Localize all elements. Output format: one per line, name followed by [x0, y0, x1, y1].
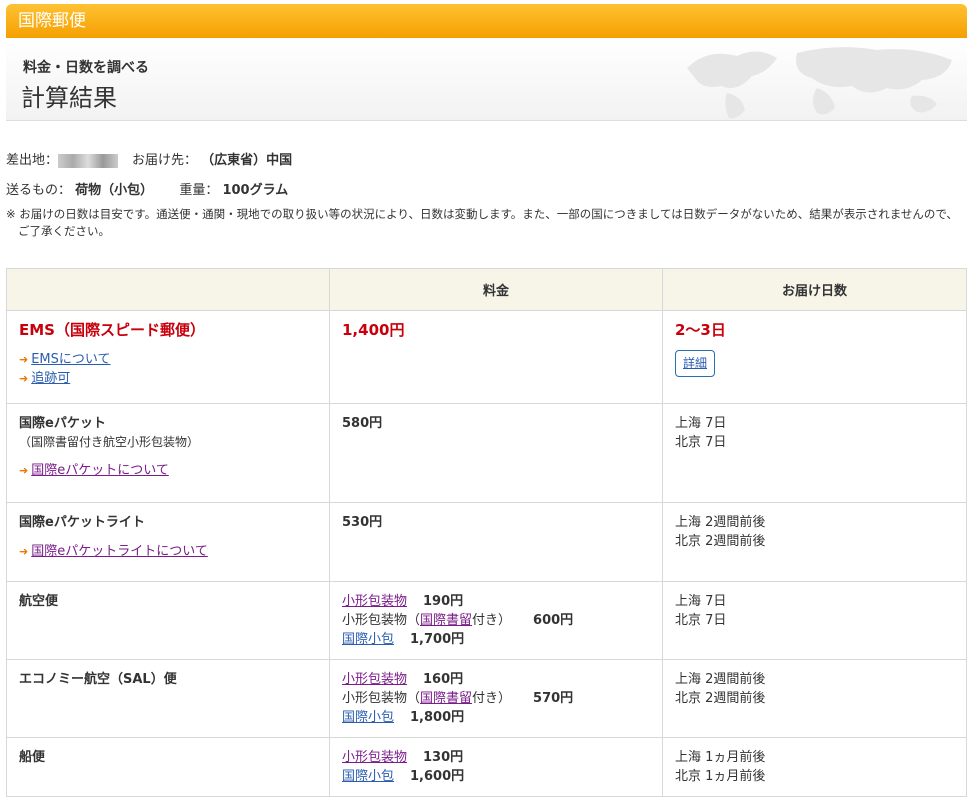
table-row-ship: 船便 小形包装物 130円 国際小包 1,600円 上海 1ヵ月前後 北京 1ヵ月前…	[6, 737, 967, 797]
epacket-about-link[interactable]: 国際eパケットについて	[31, 463, 169, 478]
titlebar-title: 国際郵便	[18, 11, 86, 31]
ship-service-cell: 船便	[6, 737, 330, 797]
arrow-icon: ➜	[19, 545, 29, 558]
arrow-icon: ➜	[19, 353, 29, 366]
air-registered-post: 付き）	[472, 613, 512, 628]
header-subtitle: 料金・日数を調べる	[23, 60, 149, 76]
ship-parcel-link[interactable]: 国際小包	[342, 769, 394, 784]
epacket-desc: （国際書留付き航空小形包装物）	[19, 435, 200, 449]
table-row-sal: エコノミー航空（SAL）便 小形包装物 160円 小形包装物（国際書留付き） 570…	[6, 659, 967, 738]
ship-small-packet-price: 130円	[423, 750, 464, 765]
epacket-lite-about-link[interactable]: 国際eパケットライトについて	[31, 544, 208, 559]
dest-value: （広東省）中国	[201, 153, 293, 168]
ship-parcel-price: 1,600円	[410, 769, 465, 784]
header-days: お届け日数	[662, 268, 967, 311]
sal-registered-post: 付き）	[472, 691, 512, 706]
ship-price-cell: 小形包装物 130円 国際小包 1,600円	[329, 737, 663, 797]
sal-days-beijing: 北京 2週間前後	[675, 691, 766, 706]
air-service-cell: 航空便	[6, 581, 330, 660]
item-weight-row: 送るもの： 荷物（小包） 重量： 100グラム	[6, 179, 288, 198]
sal-name: エコノミー航空（SAL）便	[19, 672, 177, 687]
epacket-days-shanghai: 上海 7日	[675, 416, 727, 431]
ship-days-cell: 上海 1ヵ月前後 北京 1ヵ月前後	[662, 737, 967, 797]
titlebar: 国際郵便	[6, 4, 967, 38]
ship-name: 船便	[19, 750, 46, 765]
air-days-beijing: 北京 7日	[675, 613, 727, 628]
epacket-price-cell: 580円	[329, 403, 663, 503]
epacket-lite-price-cell: 530円	[329, 502, 663, 582]
ems-service-cell: EMS（国際スピード郵便） ➜ EMSについて ➜ 追跡可	[6, 310, 330, 404]
table-row-air: 航空便 小形包装物 190円 小形包装物（国際書留付き） 600円 国際小包 1,70…	[6, 581, 967, 660]
results-table: 料金 お届け日数 EMS（国際スピード郵便） ➜ EMSについて ➜ 追跡可 1,4…	[6, 268, 967, 797]
sal-days-cell: 上海 2週間前後 北京 2週間前後	[662, 659, 967, 738]
table-row-ems: EMS（国際スピード郵便） ➜ EMSについて ➜ 追跡可 1,400円 2〜3日 …	[6, 310, 967, 404]
ems-days: 2〜3日	[675, 321, 726, 339]
ems-name: EMS（国際スピード郵便）	[19, 321, 205, 339]
sal-days-shanghai: 上海 2週間前後	[675, 672, 766, 687]
page-header: 料金・日数を調べる 計算結果	[6, 38, 967, 121]
air-name: 航空便	[19, 594, 59, 609]
page-title: 計算結果	[21, 84, 117, 112]
epacket-lite-days-shanghai: 上海 2週間前後	[675, 515, 766, 530]
table-row-epacket: 国際eパケット （国際書留付き航空小形包装物） ➜ 国際eパケットについて 580…	[6, 403, 967, 503]
epacket-price: 580円	[342, 416, 383, 431]
ship-days-beijing: 北京 1ヵ月前後	[675, 769, 766, 784]
sal-parcel-price: 1,800円	[410, 710, 465, 725]
item-value: 荷物（小包）	[75, 183, 154, 198]
dest-label: お届け先：	[132, 153, 198, 168]
epacket-lite-price: 530円	[342, 515, 383, 530]
ship-small-packet-link[interactable]: 小形包装物	[342, 750, 407, 765]
ems-price-cell: 1,400円	[329, 310, 663, 404]
air-price-cell: 小形包装物 190円 小形包装物（国際書留付き） 600円 国際小包 1,700円	[329, 581, 663, 660]
ems-price: 1,400円	[342, 321, 405, 339]
sal-small-packet-link[interactable]: 小形包装物	[342, 672, 407, 687]
ems-about-link[interactable]: EMSについて	[31, 352, 110, 367]
sal-price-cell: 小形包装物 160円 小形包装物（国際書留付き） 570円 国際小包 1,800円	[329, 659, 663, 738]
air-days-shanghai: 上海 7日	[675, 594, 727, 609]
epacket-lite-service-cell: 国際eパケットライト ➜ 国際eパケットライトについて	[6, 502, 330, 582]
air-registered-price: 600円	[533, 613, 574, 628]
epacket-name: 国際eパケット	[19, 416, 106, 431]
header-price: 料金	[329, 268, 663, 311]
air-small-packet-link[interactable]: 小形包装物	[342, 594, 407, 609]
ems-days-cell: 2〜3日 詳細	[662, 310, 967, 404]
air-registered-link[interactable]: 国際書留	[420, 613, 472, 628]
epacket-lite-days-cell: 上海 2週間前後 北京 2週間前後	[662, 502, 967, 582]
epacket-days-beijing: 北京 7日	[675, 435, 727, 450]
air-parcel-price: 1,700円	[410, 632, 465, 647]
sal-small-packet-price: 160円	[423, 672, 464, 687]
sal-registered-link[interactable]: 国際書留	[420, 691, 472, 706]
ship-days-shanghai: 上海 1ヵ月前後	[675, 750, 766, 765]
world-map-icon	[687, 47, 952, 119]
days-note: ※ お届けの日数は目安です。通送便・通関・現地での取り扱い等の状況により、日数は…	[6, 207, 958, 238]
weight-label: 重量：	[179, 183, 219, 198]
origin-dest-row: 差出地： お届け先： （広東省）中国	[6, 149, 292, 168]
air-days-cell: 上海 7日 北京 7日	[662, 581, 967, 660]
origin-value-redacted	[58, 153, 119, 168]
sal-service-cell: エコノミー航空（SAL）便	[6, 659, 330, 738]
ems-detail-button[interactable]: 詳細	[675, 350, 716, 377]
epacket-lite-name: 国際eパケットライト	[19, 515, 145, 530]
arrow-icon: ➜	[19, 372, 29, 385]
header-service	[6, 268, 330, 311]
air-small-packet-price: 190円	[423, 594, 464, 609]
arrow-icon: ➜	[19, 464, 29, 477]
table-header-row: 料金 お届け日数	[6, 268, 967, 311]
weight-value: 100グラム	[222, 183, 289, 198]
sal-registered-price: 570円	[533, 691, 574, 706]
air-registered-pre: 小形包装物（	[342, 613, 421, 628]
sal-parcel-link[interactable]: 国際小包	[342, 710, 394, 725]
epacket-lite-days-beijing: 北京 2週間前後	[675, 534, 766, 549]
air-parcel-link[interactable]: 国際小包	[342, 632, 394, 647]
table-row-epacket-lite: 国際eパケットライト ➜ 国際eパケットライトについて 530円 上海 2週間前後…	[6, 502, 967, 582]
origin-label: 差出地：	[6, 153, 59, 168]
sal-registered-pre: 小形包装物（	[342, 691, 421, 706]
ems-tracking-link[interactable]: 追跡可	[31, 371, 70, 386]
epacket-days-cell: 上海 7日 北京 7日	[662, 403, 967, 503]
item-label: 送るもの：	[6, 183, 72, 198]
epacket-service-cell: 国際eパケット （国際書留付き航空小形包装物） ➜ 国際eパケットについて	[6, 403, 330, 503]
